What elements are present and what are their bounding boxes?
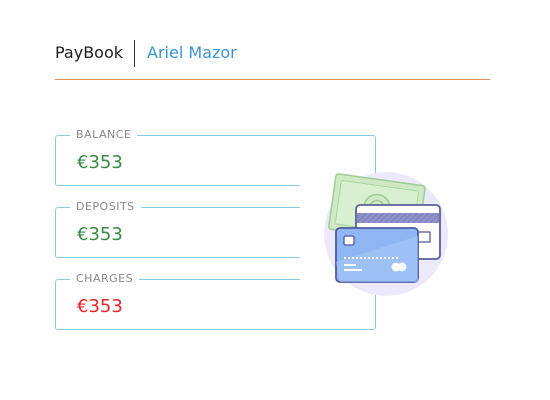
charges-value: €353 <box>77 296 123 317</box>
header: PayBook Ariel Mazor <box>55 34 490 80</box>
deposits-label: DEPOSITS <box>70 200 141 213</box>
credit-cards-and-cash-icon <box>300 166 460 298</box>
charges-label: CHARGES <box>70 272 140 285</box>
header-rule <box>55 79 490 80</box>
deposits-value: €353 <box>77 224 123 245</box>
header-divider <box>134 40 135 67</box>
balance-label: BALANCE <box>70 128 138 141</box>
balance-value: €353 <box>77 152 123 173</box>
user-name-link[interactable]: Ariel Mazor <box>147 43 237 62</box>
app-name: PayBook <box>55 43 124 62</box>
